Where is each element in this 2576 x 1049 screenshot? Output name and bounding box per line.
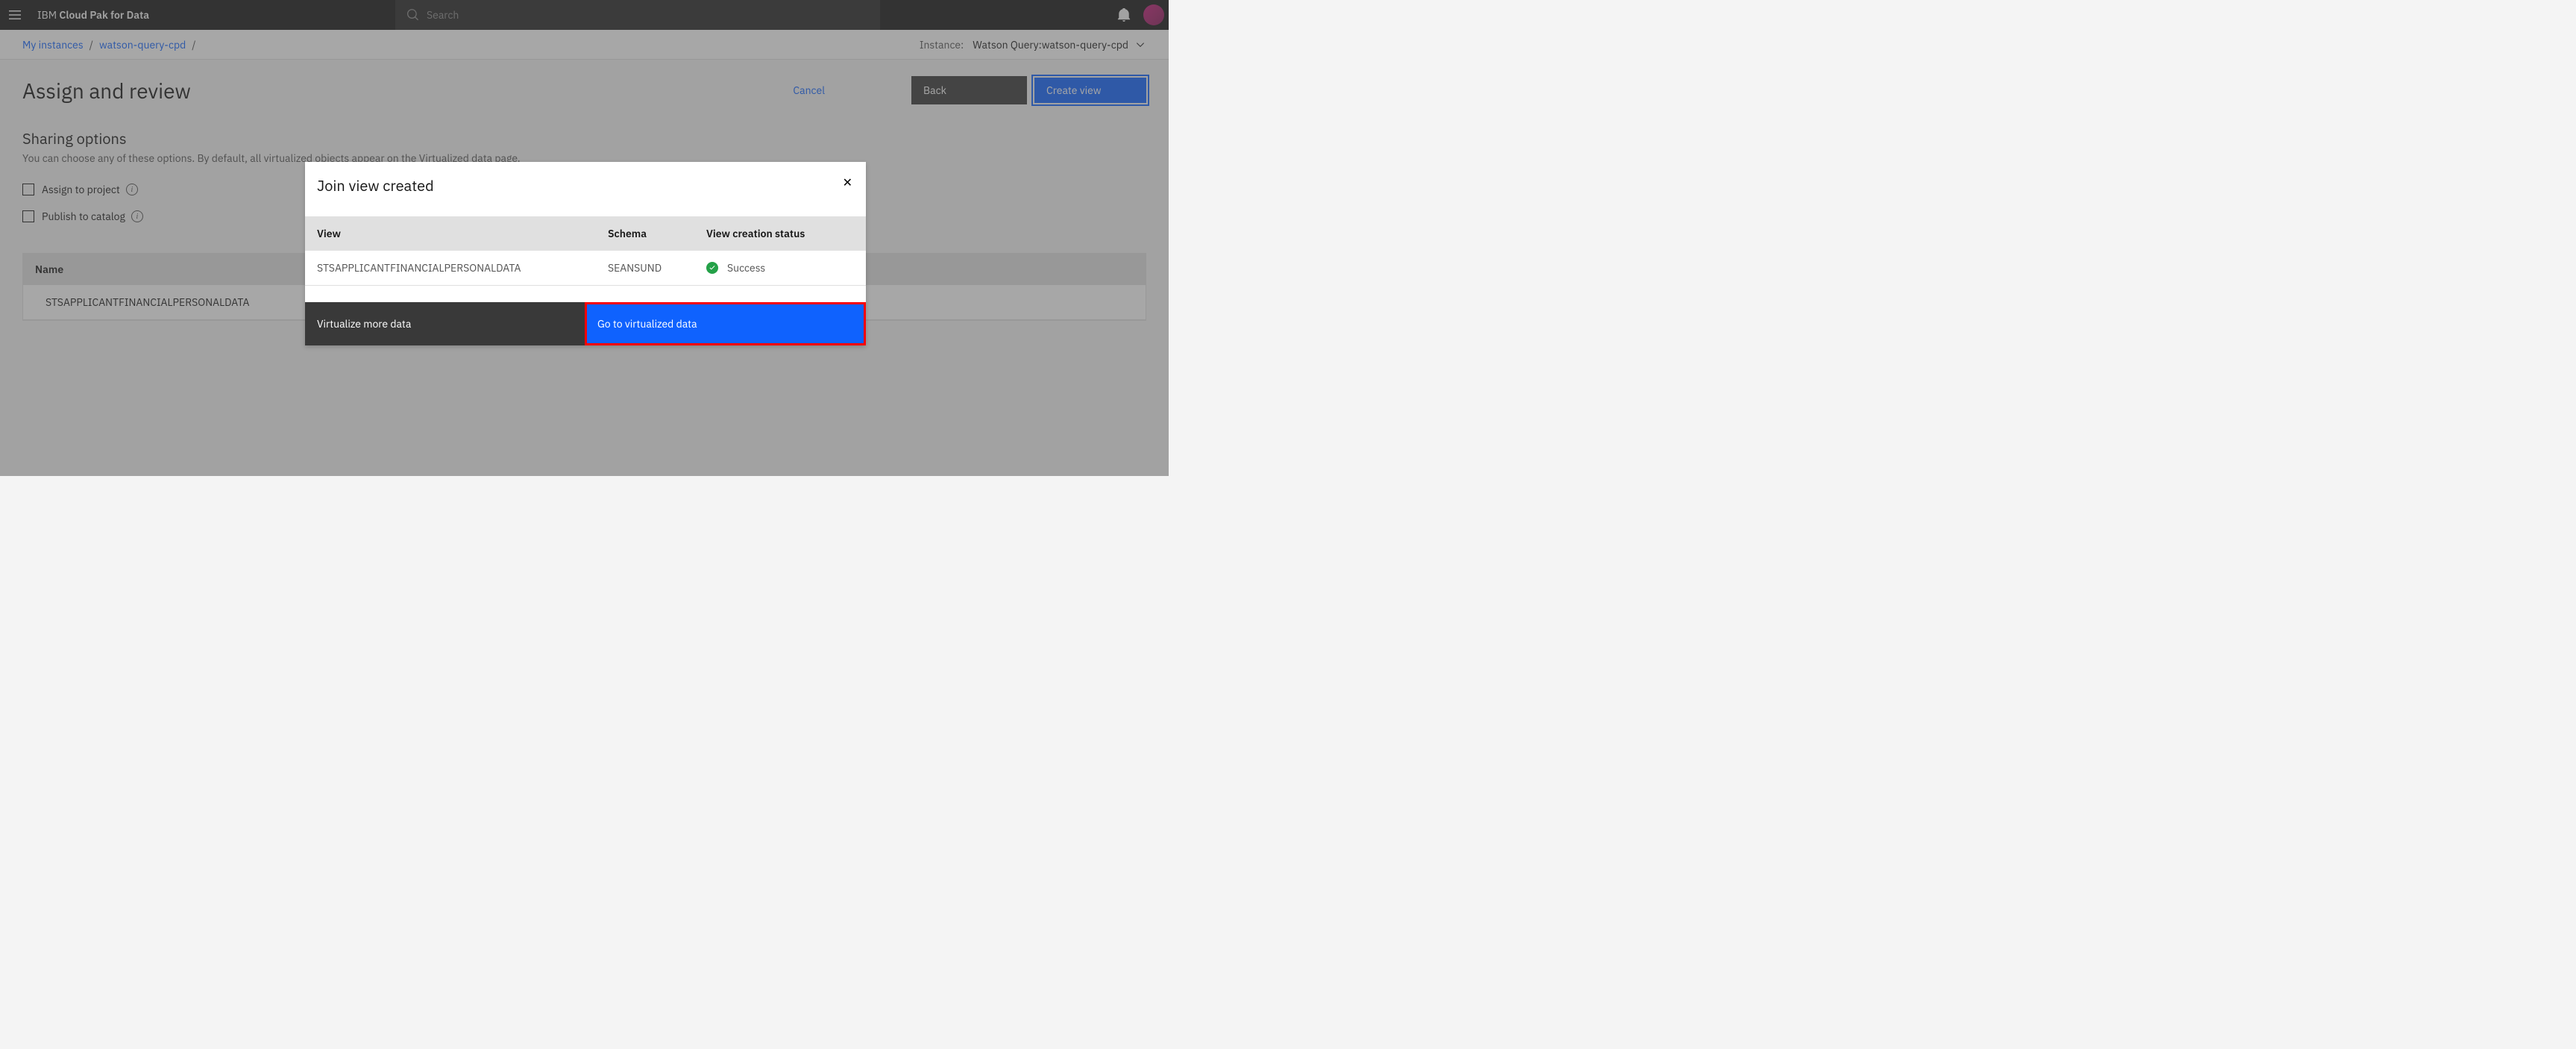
close-icon[interactable]: ✕ xyxy=(841,175,854,190)
status-text: Success xyxy=(727,261,765,275)
col-header-view: View xyxy=(317,227,608,240)
modal-table-header: View Schema View creation status xyxy=(305,216,866,251)
col-header-schema: Schema xyxy=(608,227,706,240)
cell-status: Success xyxy=(706,261,854,275)
virtualize-more-button[interactable]: Virtualize more data xyxy=(305,302,585,345)
success-check-icon xyxy=(706,262,718,274)
col-header-status: View creation status xyxy=(706,227,854,240)
join-view-modal: Join view created ✕ View Schema View cre… xyxy=(305,162,866,345)
modal-title: Join view created xyxy=(317,175,434,195)
modal-header: Join view created ✕ xyxy=(305,162,866,216)
modal-table-row: STSAPPLICANTFINANCIALPERSONALDATA SEANSU… xyxy=(305,251,866,286)
cell-schema: SEANSUND xyxy=(608,261,706,275)
go-virtualized-data-button[interactable]: Go to virtualized data xyxy=(585,302,866,345)
cell-view: STSAPPLICANTFINANCIALPERSONALDATA xyxy=(317,261,608,275)
modal-footer: Virtualize more data Go to virtualized d… xyxy=(305,302,866,345)
